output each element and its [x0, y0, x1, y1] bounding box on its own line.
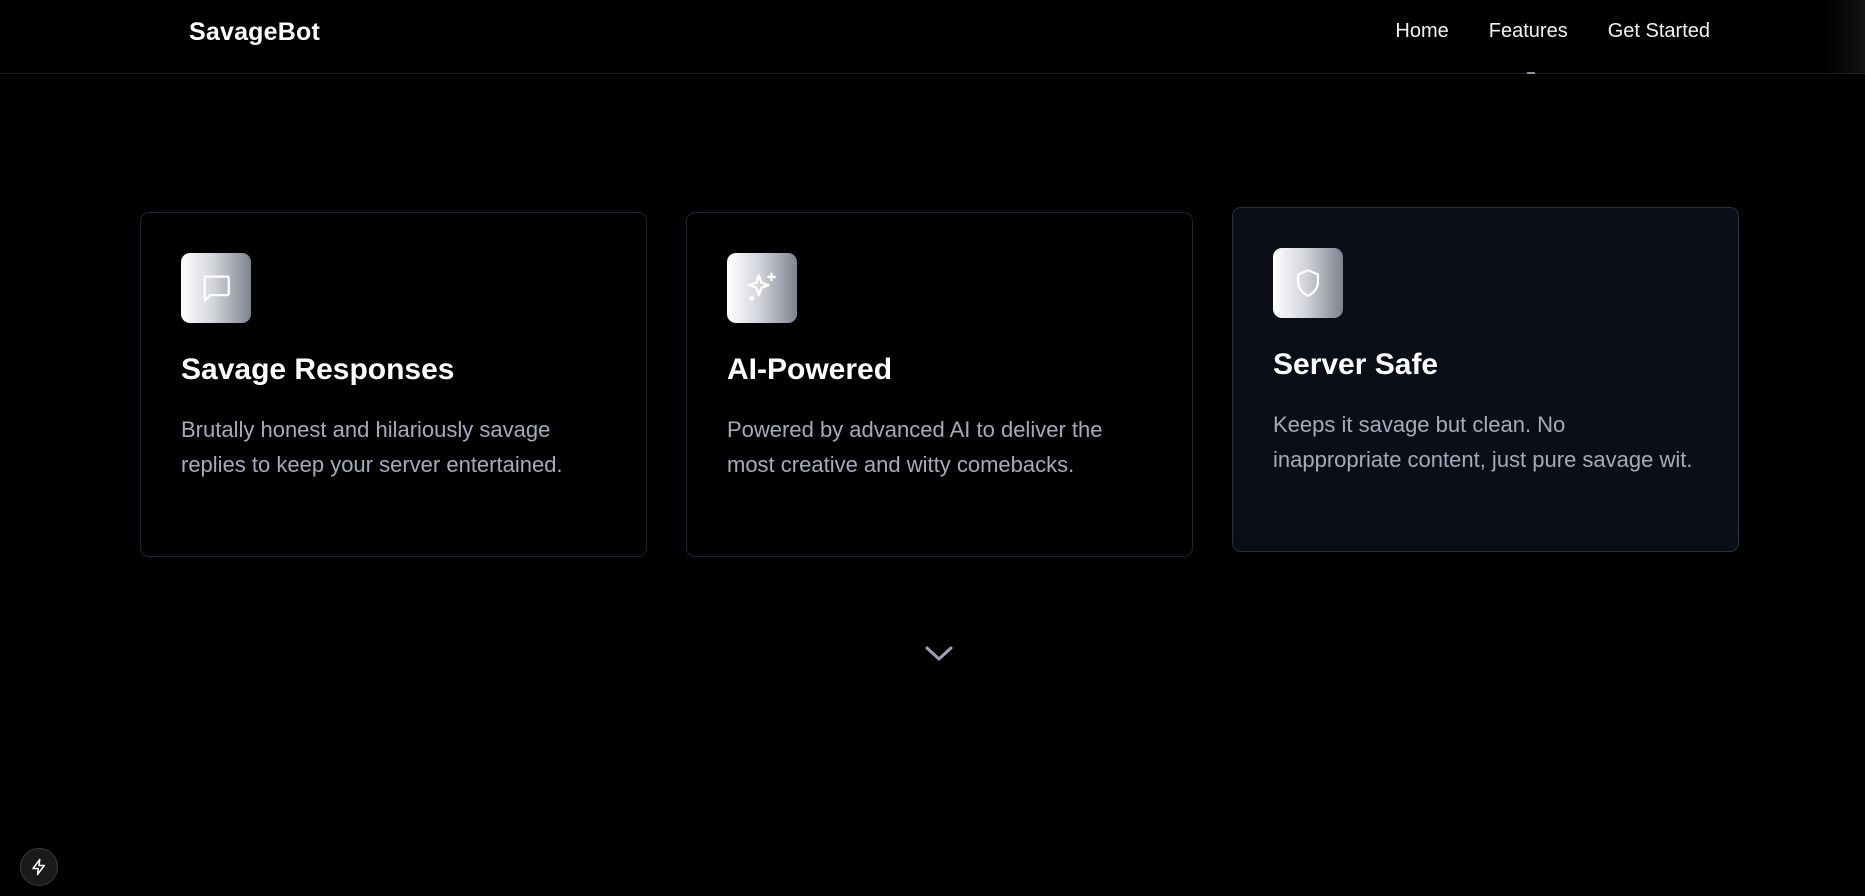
nav-active-indicator: [1527, 72, 1535, 74]
feature-card-ai-powered[interactable]: AI-Powered Powered by advanced AI to del…: [686, 212, 1193, 557]
nav-link-home[interactable]: Home: [1395, 20, 1448, 43]
feature-description: Keeps it savage but clean. No inappropri…: [1273, 412, 1693, 472]
nav-links: Home Features Get Started: [1395, 20, 1710, 43]
feature-description: Powered by advanced AI to deliver the mo…: [727, 417, 1103, 477]
nav-link-get-started[interactable]: Get Started: [1608, 20, 1710, 43]
feature-description: Brutally honest and hilariously savage r…: [181, 417, 563, 477]
feature-card-server-safe[interactable]: Server Safe Keeps it savage but clean. N…: [1232, 207, 1739, 552]
chevron-down-icon: [925, 646, 953, 661]
feature-card-savage-responses[interactable]: Savage Responses Brutally honest and hil…: [140, 212, 647, 557]
lightning-icon: [32, 858, 45, 876]
feature-title: Savage Responses: [181, 353, 455, 386]
feature-title: AI-Powered: [727, 353, 893, 386]
shield-icon: [1273, 248, 1343, 318]
brand-logo[interactable]: SavageBot: [189, 18, 320, 47]
scroll-down-button[interactable]: [922, 640, 956, 666]
sparkles-icon: [727, 253, 797, 323]
nav-link-features[interactable]: Features: [1489, 20, 1568, 43]
dev-tools-button[interactable]: [20, 848, 58, 886]
feature-title: Server Safe: [1273, 348, 1439, 381]
navbar: SavageBot Home Features Get Started: [0, 0, 1865, 74]
chat-bubble-icon: [181, 253, 251, 323]
